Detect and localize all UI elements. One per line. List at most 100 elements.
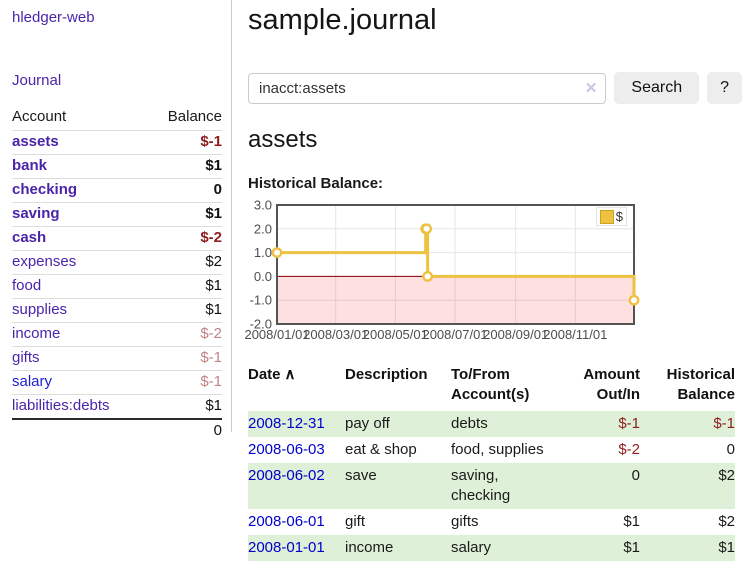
account-heading: assets bbox=[248, 126, 742, 154]
accounts-total-row: 0 bbox=[12, 419, 222, 443]
transaction-balance: 0 bbox=[641, 437, 735, 463]
transaction-date-link[interactable]: 2008-12-31 bbox=[248, 415, 325, 432]
account-balance: $1 bbox=[142, 155, 222, 179]
register-table: Date∧ Description To/From Account(s) Amo… bbox=[248, 363, 735, 561]
accounts-header-account: Account bbox=[12, 105, 142, 131]
register-header-balance: Historical Balance bbox=[641, 363, 735, 411]
app-brand-link[interactable]: hledger-web bbox=[12, 9, 231, 26]
account-link-checking[interactable]: checking bbox=[12, 181, 77, 198]
register-header-accounts: To/From Account(s) bbox=[451, 363, 565, 411]
search-input[interactable] bbox=[248, 73, 606, 104]
accounts-table: Account Balance assets $-1 bank $1 check… bbox=[12, 105, 222, 443]
svg-text:2008/05/01: 2008/05/01 bbox=[363, 327, 428, 342]
transaction-amount: $1 bbox=[565, 535, 641, 561]
account-row-checking: checking 0 bbox=[12, 179, 222, 203]
account-row-liabilities-debts: liabilities:debts $1 bbox=[12, 395, 222, 420]
account-balance: $1 bbox=[142, 275, 222, 299]
transaction-accounts: gifts bbox=[451, 509, 565, 535]
account-link-bank[interactable]: bank bbox=[12, 157, 47, 174]
account-row-expenses: expenses $2 bbox=[12, 251, 222, 275]
help-button[interactable]: ? bbox=[707, 72, 742, 104]
svg-text:2008/07/01: 2008/07/01 bbox=[422, 327, 487, 342]
account-balance: $-1 bbox=[142, 347, 222, 371]
account-balance: $-2 bbox=[142, 323, 222, 347]
register-header-date[interactable]: Date∧ bbox=[248, 363, 345, 411]
account-row-bank: bank $1 bbox=[12, 155, 222, 179]
svg-text:2008/03/01: 2008/03/01 bbox=[303, 327, 368, 342]
register-row: 2008-12-31 pay off debts $-1 $-1 bbox=[248, 411, 735, 437]
transaction-accounts: debts bbox=[451, 411, 565, 437]
transaction-amount: $-1 bbox=[565, 411, 641, 437]
account-balance: $-1 bbox=[142, 371, 222, 395]
account-balance: $2 bbox=[142, 251, 222, 275]
account-row-gifts: gifts $-1 bbox=[12, 347, 222, 371]
svg-text:2008/01/01: 2008/01/01 bbox=[244, 327, 309, 342]
account-link-cash[interactable]: cash bbox=[12, 229, 46, 246]
svg-text:0.0: 0.0 bbox=[254, 269, 272, 284]
register-row: 2008-06-03 eat & shop food, supplies $-2… bbox=[248, 437, 735, 463]
account-balance: $1 bbox=[142, 203, 222, 227]
search-button[interactable]: Search bbox=[614, 72, 699, 104]
account-row-assets: assets $-1 bbox=[12, 131, 222, 155]
account-row-supplies: supplies $1 bbox=[12, 299, 222, 323]
accounts-total-value: 0 bbox=[142, 419, 222, 443]
account-row-food: food $1 bbox=[12, 275, 222, 299]
series-label: $ bbox=[616, 209, 623, 224]
svg-text:1.0: 1.0 bbox=[254, 245, 272, 260]
account-link-expenses[interactable]: expenses bbox=[12, 253, 76, 270]
account-link-liabilities-debts[interactable]: liabilities:debts bbox=[12, 397, 110, 414]
account-row-income: income $-2 bbox=[12, 323, 222, 347]
account-row-saving: saving $1 bbox=[12, 203, 222, 227]
svg-text:3.0: 3.0 bbox=[254, 198, 272, 213]
transaction-amount: $1 bbox=[565, 509, 641, 535]
transaction-balance: $2 bbox=[641, 463, 735, 509]
transaction-amount: $-2 bbox=[565, 437, 641, 463]
accounts-header-balance: Balance bbox=[142, 105, 222, 131]
account-balance: $1 bbox=[142, 395, 222, 420]
transaction-description: eat & shop bbox=[345, 437, 451, 463]
main-panel: sample.journal ✕ Search ? assets Histori… bbox=[232, 0, 742, 561]
account-balance: $1 bbox=[142, 299, 222, 323]
transaction-description: pay off bbox=[345, 411, 451, 437]
transaction-accounts: food, supplies bbox=[451, 437, 565, 463]
account-link-gifts[interactable]: gifts bbox=[12, 349, 40, 366]
chart-legend: $ bbox=[596, 207, 627, 226]
transaction-description: save bbox=[345, 463, 451, 509]
balance-chart: 3.02.01.00.0-1.0-2.02008/01/012008/03/01… bbox=[248, 203, 640, 349]
sidebar-item-journal[interactable]: Journal bbox=[12, 72, 231, 89]
chart-title: Historical Balance: bbox=[248, 175, 742, 192]
sort-asc-icon: ∧ bbox=[285, 366, 296, 383]
svg-text:-1.0: -1.0 bbox=[250, 293, 272, 308]
account-link-saving[interactable]: saving bbox=[12, 205, 60, 222]
account-balance: $-1 bbox=[142, 131, 222, 155]
account-row-cash: cash $-2 bbox=[12, 227, 222, 251]
clear-search-icon[interactable]: ✕ bbox=[585, 79, 598, 97]
register-row: 2008-06-01 gift gifts $1 $2 bbox=[248, 509, 735, 535]
account-row-salary: salary $-1 bbox=[12, 371, 222, 395]
register-row: 2008-01-01 income salary $1 $1 bbox=[248, 535, 735, 561]
transaction-balance: $-1 bbox=[641, 411, 735, 437]
account-link-income[interactable]: income bbox=[12, 325, 60, 342]
journal-link-label[interactable]: Journal bbox=[12, 72, 61, 89]
transaction-date-link[interactable]: 2008-06-02 bbox=[248, 467, 325, 484]
register-header-description: Description bbox=[345, 363, 451, 411]
account-link-assets[interactable]: assets bbox=[12, 133, 59, 150]
account-link-salary[interactable]: salary bbox=[12, 373, 52, 390]
sidebar: hledger-web Journal Account Balance asse… bbox=[0, 0, 232, 432]
account-link-supplies[interactable]: supplies bbox=[12, 301, 67, 318]
register-row: 2008-06-02 save saving, checking 0 $2 bbox=[248, 463, 735, 509]
transaction-balance: $2 bbox=[641, 509, 735, 535]
page-title: sample.journal bbox=[248, 4, 742, 37]
register-header-amount: Amount Out/In bbox=[565, 363, 641, 411]
account-link-food[interactable]: food bbox=[12, 277, 41, 294]
transaction-date-link[interactable]: 2008-06-01 bbox=[248, 513, 325, 530]
transaction-amount: 0 bbox=[565, 463, 641, 509]
transaction-date-link[interactable]: 2008-06-03 bbox=[248, 441, 325, 458]
svg-text:2008/09/01: 2008/09/01 bbox=[483, 327, 548, 342]
accounts-header-row: Account Balance bbox=[12, 105, 222, 131]
svg-text:2008/11/01: 2008/11/01 bbox=[543, 327, 607, 342]
search-form: ✕ Search ? bbox=[248, 72, 742, 104]
account-balance: 0 bbox=[142, 179, 222, 203]
app-brand-label[interactable]: hledger-web bbox=[12, 9, 95, 26]
transaction-date-link[interactable]: 2008-01-01 bbox=[248, 539, 325, 556]
